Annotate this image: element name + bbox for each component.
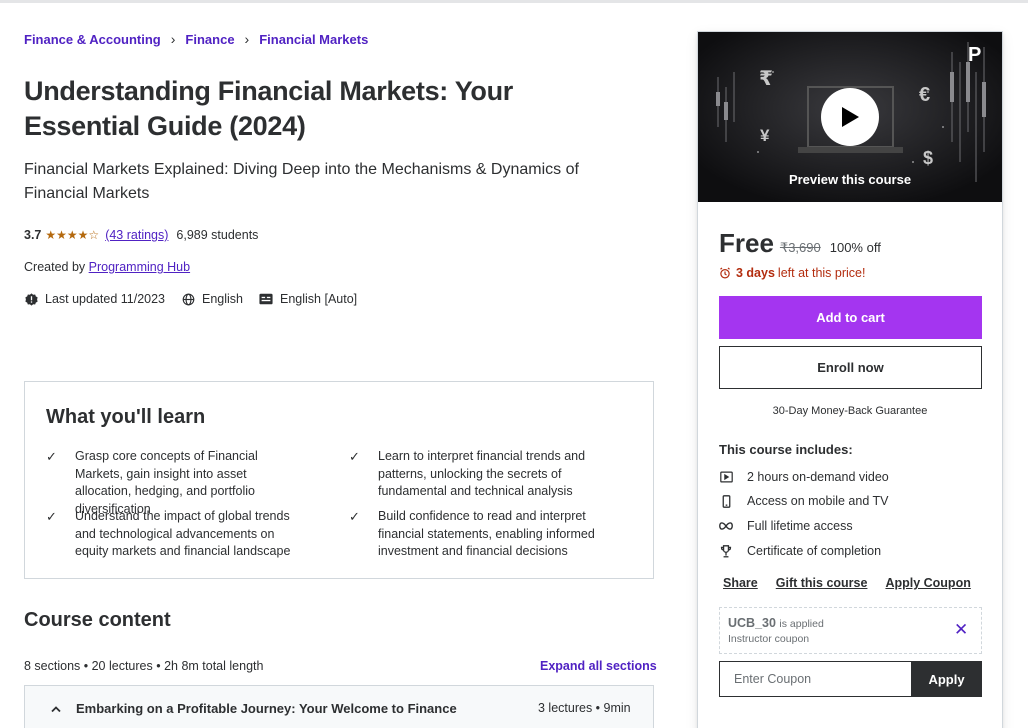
- brand-logo-icon: P: [968, 44, 982, 66]
- discount-percentage: 100% off: [829, 240, 881, 255]
- coupon-code: UCB_30: [728, 616, 776, 630]
- course-content-meta: 8 sections • 20 lectures • 2h 8m total l…: [24, 659, 264, 673]
- original-price: ₹3,690: [779, 240, 821, 255]
- ratings-count-link[interactable]: (43 ratings): [105, 228, 168, 242]
- students-count: 6,989 students: [176, 228, 259, 242]
- coupon-code-line: UCB_30 is applied: [728, 616, 824, 630]
- expand-all-sections-button[interactable]: Expand all sections: [540, 659, 657, 673]
- created-by: Created by Programming Hub: [24, 260, 190, 274]
- yen-symbol-icon: ¥: [760, 126, 770, 145]
- coupon-applied-text: is applied: [779, 618, 824, 630]
- course-title: Understanding Financial Markets: Your Es…: [24, 74, 584, 144]
- section-title: Embarking on a Profitable Journey: Your …: [76, 701, 457, 716]
- check-icon: ✓: [349, 509, 360, 524]
- learn-item: ✓ Understand the impact of global trends…: [46, 508, 296, 561]
- rupee-symbol-icon: ₹: [759, 68, 773, 90]
- dollar-symbol-icon: $: [923, 148, 934, 168]
- created-by-label: Created by: [24, 260, 86, 274]
- course-meta-row: Last updated 11/2023 English English [Au…: [24, 292, 373, 306]
- learn-item-text: Build confidence to read and interpret f…: [378, 509, 595, 558]
- enroll-now-button[interactable]: Enroll now: [719, 346, 982, 389]
- video-icon: [719, 470, 733, 484]
- rating-row: 3.7 ★★★★☆ (43 ratings) 6,989 students: [24, 228, 258, 242]
- chevron-right-icon: ›: [170, 31, 176, 47]
- check-icon: ✓: [46, 509, 57, 524]
- include-item-label: Certificate of completion: [747, 544, 882, 558]
- gift-course-link[interactable]: Gift this course: [776, 576, 868, 590]
- course-title-line1: Understanding Financial Markets: Your: [24, 76, 513, 106]
- learn-item: ✓ Build confidence to read and interpret…: [349, 508, 599, 561]
- course-subtitle: Financial Markets Explained: Diving Deep…: [24, 161, 579, 202]
- course-title-line2: Essential Guide (2024): [24, 111, 306, 141]
- captions: English [Auto]: [259, 292, 357, 306]
- language-text: English: [202, 292, 244, 306]
- instructor-link[interactable]: Programming Hub: [89, 260, 190, 274]
- what-youll-learn-box: What you'll learn ✓ Grasp core concepts …: [24, 381, 654, 579]
- breadcrumb-item-finance[interactable]: Finance: [185, 32, 234, 47]
- apply-coupon-button[interactable]: Apply: [911, 661, 982, 697]
- infinity-icon: [719, 519, 733, 533]
- include-item-label: 2 hours on-demand video: [747, 470, 889, 484]
- learn-item-text: Learn to interpret financial trends and …: [378, 449, 586, 498]
- applied-coupon-box: UCB_30 is applied Instructor coupon ✕: [719, 607, 982, 654]
- check-icon: ✓: [46, 449, 57, 464]
- price-row: Free ₹3,690 100% off: [719, 228, 881, 259]
- include-item: Certificate of completion: [719, 544, 881, 558]
- learn-title: What you'll learn: [46, 406, 206, 428]
- chevron-up-icon: [51, 702, 61, 716]
- include-item-label: Full lifetime access: [747, 519, 853, 533]
- play-button[interactable]: [821, 88, 879, 146]
- preview-this-course-label: Preview this course: [788, 172, 912, 187]
- language: English: [181, 292, 243, 306]
- last-updated: Last updated 11/2023: [24, 292, 165, 306]
- top-border: [0, 0, 1028, 3]
- include-item: 2 hours on-demand video: [719, 470, 889, 484]
- money-back-guarantee: 30-Day Money-Back Guarantee: [772, 405, 928, 417]
- remove-coupon-close-icon[interactable]: ✕: [954, 620, 968, 640]
- course-preview-video[interactable]: ₹ € ¥ $ P Preview this course: [698, 32, 1002, 202]
- purchase-card: ₹ € ¥ $ P Preview this course Free ₹3,69…: [697, 31, 1003, 728]
- trophy-icon: [719, 544, 733, 558]
- deadline-text: left at this price!: [777, 266, 866, 280]
- star-rating-icon: ★★★★☆: [45, 228, 100, 242]
- section-meta: 3 lectures • 9min: [538, 701, 631, 715]
- learn-item: ✓ Learn to interpret financial trends an…: [349, 448, 599, 501]
- breadcrumb: Finance & Accounting › Finance › Financi…: [24, 31, 368, 47]
- share-link[interactable]: Share: [723, 576, 758, 590]
- globe-icon: [181, 292, 195, 306]
- mobile-icon: [719, 494, 733, 508]
- course-content-title: Course content: [24, 609, 171, 631]
- euro-symbol-icon: €: [919, 84, 931, 106]
- deadline-days: 3 days: [736, 266, 775, 280]
- add-to-cart-button[interactable]: Add to cart: [719, 296, 982, 339]
- alert-badge-icon: [24, 292, 38, 306]
- captions-text: English [Auto]: [280, 292, 358, 306]
- alarm-clock-icon: [719, 267, 731, 279]
- include-item: Access on mobile and TV: [719, 494, 889, 508]
- price-deadline: 3 days left at this price!: [719, 266, 865, 280]
- check-icon: ✓: [349, 449, 360, 464]
- chevron-right-icon: ›: [244, 31, 250, 47]
- closed-captions-icon: [259, 292, 273, 306]
- play-icon: [842, 107, 859, 127]
- breadcrumb-item-finance-accounting[interactable]: Finance & Accounting: [24, 32, 161, 47]
- learn-item-text: Grasp core concepts of Financial Markets…: [75, 449, 258, 516]
- include-item: Full lifetime access: [719, 519, 853, 533]
- apply-coupon-link[interactable]: Apply Coupon: [885, 576, 970, 590]
- course-includes-title: This course includes:: [719, 442, 853, 457]
- current-price: Free: [719, 228, 774, 258]
- card-actions-row: Share Gift this course Apply Coupon: [723, 576, 989, 590]
- include-item-label: Access on mobile and TV: [747, 494, 889, 508]
- rating-value: 3.7: [24, 228, 42, 242]
- section-header-row[interactable]: Embarking on a Profitable Journey: Your …: [24, 685, 654, 728]
- last-updated-text: Last updated 11/2023: [45, 292, 166, 306]
- coupon-input[interactable]: [719, 661, 911, 697]
- learn-item-text: Understand the impact of global trends a…: [75, 509, 291, 558]
- breadcrumb-item-financial-markets[interactable]: Financial Markets: [259, 32, 368, 47]
- coupon-type: Instructor coupon: [728, 633, 810, 645]
